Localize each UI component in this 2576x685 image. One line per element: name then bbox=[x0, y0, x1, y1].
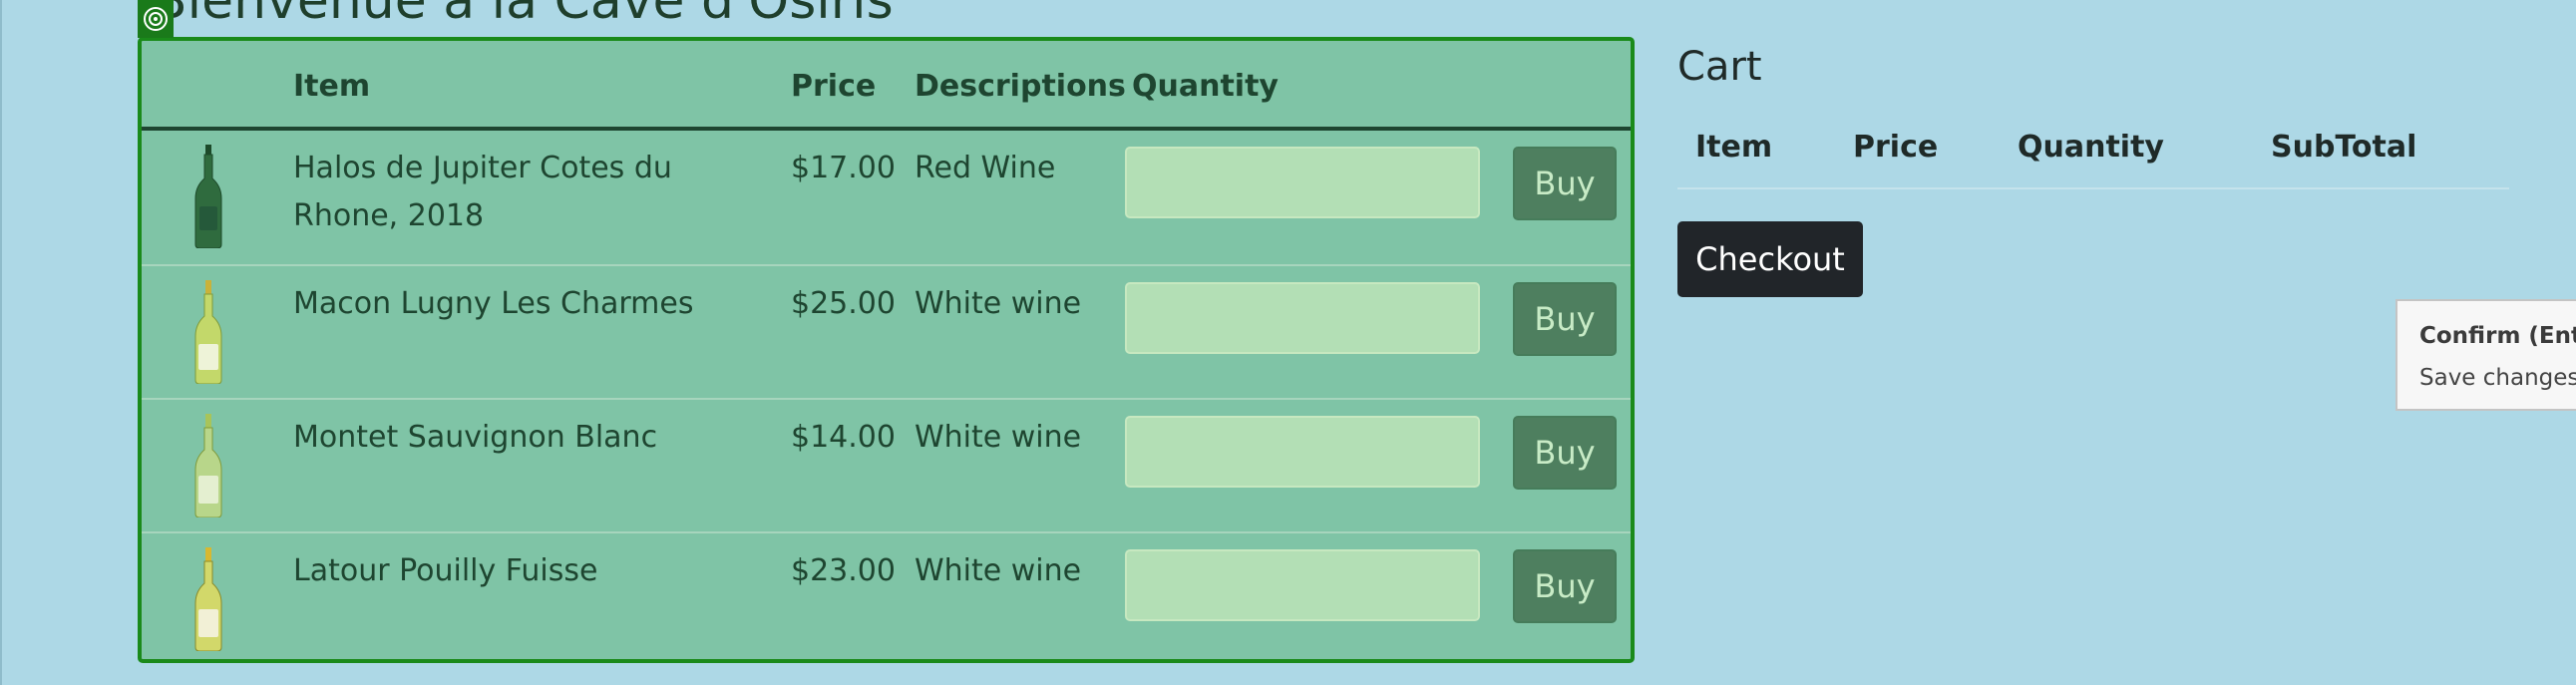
product-name: Montet Sauvignon Blanc bbox=[293, 420, 658, 455]
quantity-input[interactable] bbox=[1125, 147, 1480, 218]
buy-button[interactable]: Buy bbox=[1513, 416, 1617, 490]
product-name: Latour Pouilly Fuisse bbox=[293, 553, 598, 588]
product-description: White wine bbox=[915, 420, 1082, 455]
tooltip-title: Confirm (Ente bbox=[2419, 323, 2576, 349]
cart-header-divider bbox=[1677, 187, 2509, 189]
confirm-tooltip: Confirm (Ente Save changes a bbox=[2395, 299, 2576, 411]
product-row: Macon Lugny Les Charmes $25.00 White win… bbox=[142, 264, 1631, 400]
product-row: Montet Sauvignon Blanc $14.00 White wine… bbox=[142, 398, 1631, 533]
page-title: Bienvenue à la Cave d'Osiris bbox=[152, 0, 894, 31]
product-price: $14.00 bbox=[791, 420, 896, 455]
cart-header-quantity: Quantity bbox=[2018, 130, 2164, 165]
product-price: $25.00 bbox=[791, 286, 896, 321]
product-description: White wine bbox=[915, 553, 1082, 588]
white-wine-bottle-icon bbox=[193, 414, 223, 521]
cart-header-item: Item bbox=[1695, 130, 1773, 165]
quantity-input[interactable] bbox=[1125, 282, 1480, 354]
cart-header-subtotal: SubTotal bbox=[2271, 130, 2417, 165]
buy-button[interactable]: Buy bbox=[1513, 282, 1617, 356]
red-wine-bottle-icon bbox=[193, 145, 223, 252]
buy-button[interactable]: Buy bbox=[1513, 147, 1617, 220]
quantity-input[interactable] bbox=[1125, 416, 1480, 488]
product-description: Red Wine bbox=[915, 151, 1056, 185]
header-descriptions: Descriptions bbox=[915, 69, 1126, 104]
products-table-header: Item Price Descriptions Quantity bbox=[142, 41, 1631, 131]
product-price: $17.00 bbox=[791, 151, 896, 185]
white-wine-bottle-icon bbox=[193, 280, 223, 388]
tooltip-body: Save changes a bbox=[2419, 365, 2576, 391]
cart-title: Cart bbox=[1677, 44, 1762, 90]
quantity-input[interactable] bbox=[1125, 549, 1480, 621]
page-left-edge bbox=[0, 0, 2, 685]
product-description: White wine bbox=[915, 286, 1082, 321]
header-price: Price bbox=[791, 69, 877, 104]
header-item: Item bbox=[293, 69, 371, 104]
product-price: $23.00 bbox=[791, 553, 896, 588]
white-wine-bottle-icon bbox=[193, 547, 223, 655]
cart-header-price: Price bbox=[1853, 130, 1939, 165]
product-row: Halos de Jupiter Cotes du Rhone, 2018 $1… bbox=[142, 131, 1631, 264]
product-name: Macon Lugny Les Charmes bbox=[293, 286, 694, 321]
product-name: Halos de Jupiter Cotes du Rhone, 2018 bbox=[293, 151, 672, 233]
products-table: Item Price Descriptions Quantity Halos d… bbox=[138, 37, 1635, 663]
header-quantity: Quantity bbox=[1132, 69, 1279, 104]
buy-button[interactable]: Buy bbox=[1513, 549, 1617, 623]
target-icon bbox=[138, 0, 174, 38]
checkout-button[interactable]: Checkout bbox=[1677, 221, 1863, 297]
product-row: Latour Pouilly Fuisse $23.00 White wine … bbox=[142, 531, 1631, 659]
